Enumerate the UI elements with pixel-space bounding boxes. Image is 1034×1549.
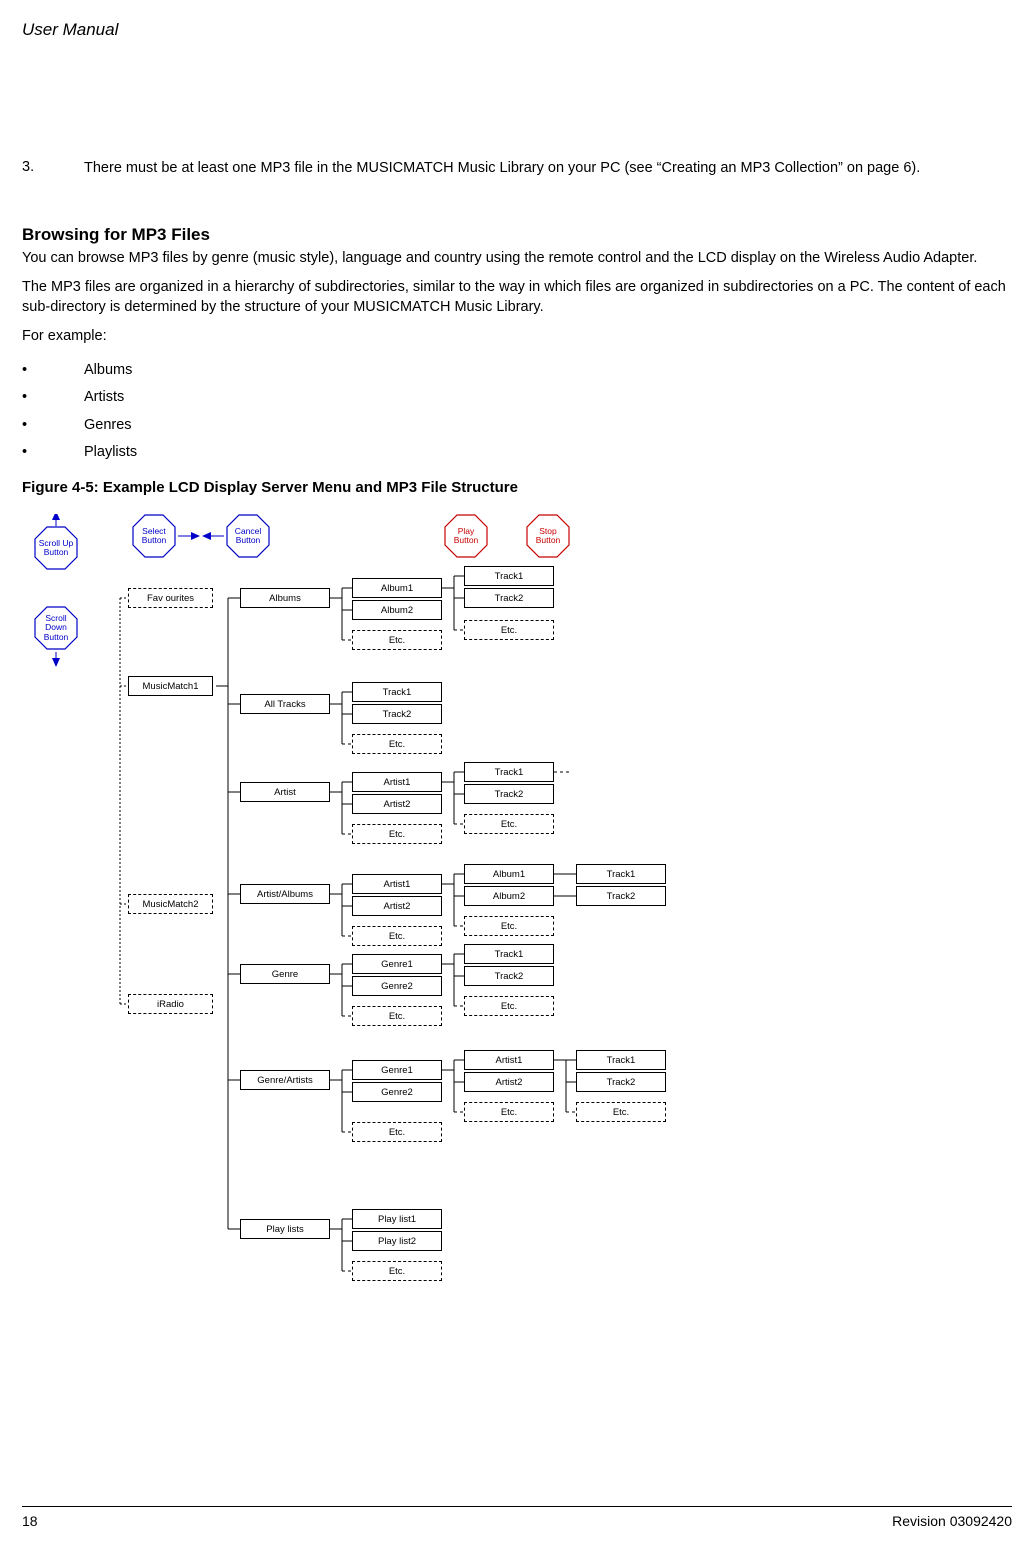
node-track1: Track1	[576, 864, 666, 884]
node-album2: Album2	[352, 600, 442, 620]
node-etc: Etc.	[352, 630, 442, 650]
node-playlists: Play lists	[240, 1219, 330, 1239]
node-etc: Etc.	[352, 926, 442, 946]
node-artist1: Artist1	[352, 874, 442, 894]
figure-caption: Figure 4-5: Example LCD Display Server M…	[22, 479, 1012, 496]
bullet-text: Playlists	[84, 439, 137, 467]
node-artist1: Artist1	[352, 772, 442, 792]
bullet-list: •Albums •Artists •Genres •Playlists	[22, 357, 1012, 467]
node-track2: Track2	[576, 1072, 666, 1092]
bullet-text: Artists	[84, 384, 124, 412]
node-etc: Etc.	[352, 1006, 442, 1026]
list-item: •Artists	[22, 384, 1012, 412]
node-playlist1: Play list1	[352, 1209, 442, 1229]
node-albums: Albums	[240, 588, 330, 608]
step-number: 3.	[22, 159, 84, 179]
node-genre1: Genre1	[352, 954, 442, 974]
node-track1: Track1	[464, 762, 554, 782]
numbered-step: 3. There must be at least one MP3 file i…	[22, 159, 1012, 179]
octagon-label: ScrollDownButton	[44, 614, 69, 642]
node-musicmatch2: MusicMatch2	[128, 894, 213, 914]
section-heading: Browsing for MP3 Files	[22, 225, 1012, 245]
select-button-icon: SelectButton	[132, 514, 176, 558]
node-favourites: Fav ourites	[128, 588, 213, 608]
bullet-text: Genres	[84, 412, 132, 440]
stop-button-icon: StopButton	[526, 514, 570, 558]
play-button-icon: PlayButton	[444, 514, 488, 558]
node-artist: Artist	[240, 782, 330, 802]
octagon-label: CancelButton	[235, 527, 261, 546]
node-album1: Album1	[352, 578, 442, 598]
page-header: User Manual	[22, 20, 1012, 44]
step-text: There must be at least one MP3 file in t…	[84, 159, 1012, 179]
page-number: 18	[22, 1513, 38, 1529]
node-genre2: Genre2	[352, 976, 442, 996]
node-genre2: Genre2	[352, 1082, 442, 1102]
node-artist2: Artist2	[464, 1072, 554, 1092]
node-etc: Etc.	[464, 996, 554, 1016]
node-etc: Etc.	[464, 814, 554, 834]
node-genre1: Genre1	[352, 1060, 442, 1080]
node-artist-albums: Artist/Albums	[240, 884, 330, 904]
node-album2: Album2	[464, 886, 554, 906]
hierarchy-diagram: Scroll UpButton ScrollDownButton SelectB…	[16, 514, 716, 1289]
node-etc: Etc.	[576, 1102, 666, 1122]
node-etc: Etc.	[352, 734, 442, 754]
octagon-label: PlayButton	[454, 527, 479, 546]
node-genre: Genre	[240, 964, 330, 984]
node-track1: Track1	[576, 1050, 666, 1070]
octagon-label: SelectButton	[142, 527, 167, 546]
node-all-tracks: All Tracks	[240, 694, 330, 714]
node-etc: Etc.	[464, 1102, 554, 1122]
list-item: •Genres	[22, 412, 1012, 440]
node-etc: Etc.	[464, 916, 554, 936]
octagon-label: Scroll UpButton	[39, 539, 73, 558]
scroll-down-button-icon: ScrollDownButton	[34, 606, 78, 650]
node-track2: Track2	[464, 784, 554, 804]
node-track1: Track1	[464, 566, 554, 586]
node-artist2: Artist2	[352, 896, 442, 916]
node-track2: Track2	[464, 966, 554, 986]
revision-label: Revision 03092420	[892, 1513, 1012, 1529]
list-item: •Playlists	[22, 439, 1012, 467]
node-track2: Track2	[576, 886, 666, 906]
node-etc: Etc.	[464, 620, 554, 640]
scroll-up-button-icon: Scroll UpButton	[34, 526, 78, 570]
cancel-button-icon: CancelButton	[226, 514, 270, 558]
node-etc: Etc.	[352, 824, 442, 844]
paragraph-1: You can browse MP3 files by genre (music…	[22, 249, 1012, 269]
node-playlist2: Play list2	[352, 1231, 442, 1251]
node-track2: Track2	[352, 704, 442, 724]
paragraph-3: For example:	[22, 327, 1012, 347]
node-artist1: Artist1	[464, 1050, 554, 1070]
node-track1: Track1	[352, 682, 442, 702]
node-etc: Etc.	[352, 1122, 442, 1142]
page-footer: 18 Revision 03092420	[22, 1506, 1012, 1529]
list-item: •Albums	[22, 357, 1012, 385]
paragraph-2: The MP3 files are organized in a hierarc…	[22, 278, 1012, 317]
node-album1: Album1	[464, 864, 554, 884]
bullet-text: Albums	[84, 357, 132, 385]
node-iradio: iRadio	[128, 994, 213, 1014]
node-track2: Track2	[464, 588, 554, 608]
node-etc: Etc.	[352, 1261, 442, 1281]
node-musicmatch1: MusicMatch1	[128, 676, 213, 696]
node-track1: Track1	[464, 944, 554, 964]
node-artist2: Artist2	[352, 794, 442, 814]
node-genre-artists: Genre/Artists	[240, 1070, 330, 1090]
octagon-label: StopButton	[536, 527, 561, 546]
